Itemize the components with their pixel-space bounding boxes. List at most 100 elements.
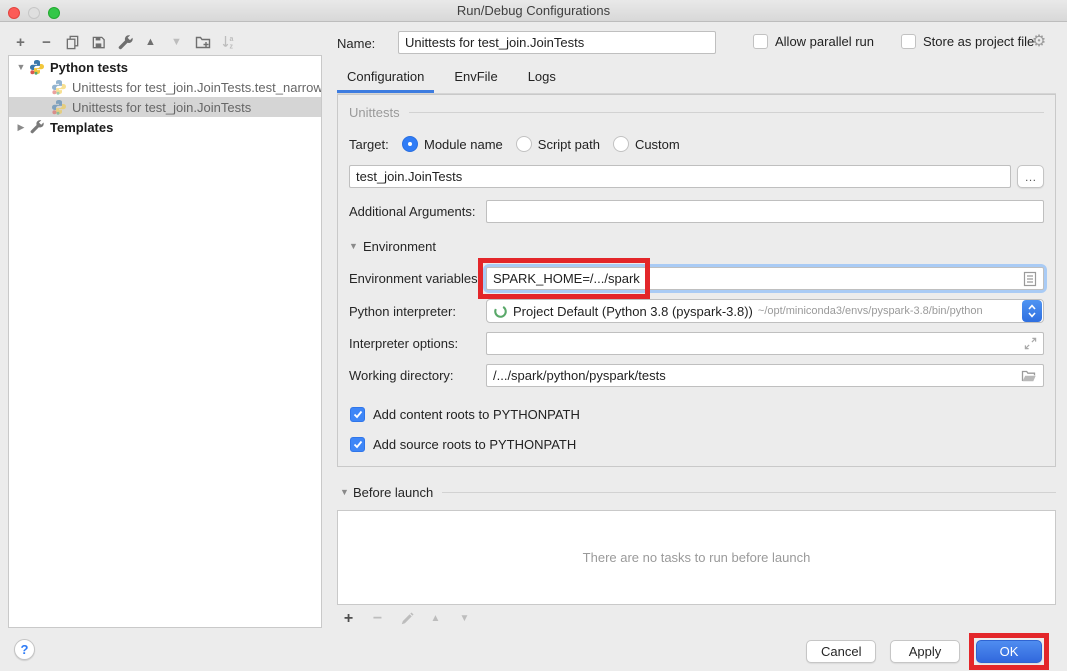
additional-arguments-field[interactable] [486, 200, 1044, 223]
expand-field-icon[interactable] [1024, 337, 1037, 350]
radio-unselected-icon[interactable] [516, 136, 532, 152]
interpreter-options-row: Interpreter options: [349, 332, 1044, 355]
working-directory-field[interactable]: /.../spark/python/pyspark/tests [486, 364, 1044, 387]
add-task-button[interactable]: + [340, 610, 357, 627]
ok-button[interactable]: OK [976, 640, 1042, 663]
remove-task-button[interactable]: − [369, 610, 386, 627]
configuration-panel: Unittests Target: Module name Script pat… [337, 94, 1056, 467]
templates-wrench-icon [29, 119, 45, 135]
move-task-down-button[interactable]: ▼ [456, 610, 473, 627]
conda-environment-icon [493, 304, 508, 319]
interpreter-options-field[interactable] [486, 332, 1044, 355]
edit-task-pencil-icon[interactable] [398, 610, 415, 627]
interpreter-options-label: Interpreter options: [349, 336, 486, 351]
cancel-button[interactable]: Cancel [806, 640, 876, 663]
tree-item-test-narrow[interactable]: Unittests for test_join.JoinTests.test_n… [9, 77, 321, 97]
close-window-button[interactable] [8, 7, 20, 19]
before-launch-toolbar: + − ▲ ▼ [340, 610, 473, 627]
python-tests-icon [29, 59, 45, 75]
chevron-down-icon[interactable]: ▼ [349, 241, 363, 251]
sort-configurations-icon[interactable]: az [220, 34, 237, 51]
unittests-group-title: Unittests [349, 105, 400, 120]
move-down-button[interactable]: ▼ [168, 34, 185, 51]
window-title: Run/Debug Configurations [457, 3, 610, 18]
chevron-right-icon[interactable]: ▶ [15, 122, 27, 133]
help-button[interactable]: ? [14, 639, 35, 660]
tree-group-label: Python tests [50, 60, 128, 75]
radio-selected-icon[interactable] [402, 136, 418, 152]
folder-icon[interactable] [1021, 369, 1037, 383]
python-interpreter-label: Python interpreter: [349, 304, 486, 319]
gear-icon[interactable]: ⚙ [1029, 31, 1049, 51]
checkbox-unchecked[interactable] [901, 34, 916, 49]
checkbox-checked[interactable] [350, 437, 365, 452]
name-label: Name: [337, 36, 375, 51]
remove-configuration-button[interactable]: − [38, 34, 55, 51]
tab-envfile[interactable]: EnvFile [444, 69, 507, 93]
source-roots-checkbox-row[interactable]: Add source roots to PYTHONPATH [350, 434, 1044, 454]
tree-group-python-tests[interactable]: ▼ Python tests [9, 57, 321, 77]
before-launch-task-list: There are no tasks to run before launch [337, 510, 1056, 605]
tree-item-label: Unittests for test_join.JoinTests.test_n… [72, 80, 321, 95]
name-input[interactable] [398, 31, 716, 54]
python-interpreter-path: ~/opt/miniconda3/envs/pyspark-3.8/bin/py… [758, 305, 1022, 317]
edit-templates-wrench-icon[interactable] [116, 34, 133, 51]
store-as-project-file-label: Store as project file [923, 34, 1034, 49]
move-task-up-button[interactable]: ▲ [427, 610, 444, 627]
divider [409, 112, 1044, 113]
radio-custom[interactable]: Custom [613, 136, 680, 152]
target-row: Target: Module name Script path Custom [349, 133, 1044, 155]
tab-configuration[interactable]: Configuration [337, 69, 434, 93]
chevron-down-icon[interactable]: ▼ [15, 62, 27, 72]
copy-configuration-icon[interactable] [64, 34, 81, 51]
python-interpreter-combo[interactable]: Project Default (Python 3.8 (pyspark-3.8… [486, 299, 1044, 323]
working-directory-value: /.../spark/python/pyspark/tests [493, 368, 1017, 383]
tree-item-jointests-selected[interactable]: Unittests for test_join.JoinTests [9, 97, 321, 117]
browse-module-button[interactable]: … [1017, 165, 1044, 188]
minimize-window-button [28, 7, 40, 19]
source-roots-label: Add source roots to PYTHONPATH [373, 437, 576, 452]
store-as-project-file-checkbox[interactable]: Store as project file [901, 34, 1034, 49]
tree-item-label: Unittests for test_join.JoinTests [72, 100, 251, 115]
module-name-row: test_join.JoinTests … [349, 165, 1044, 188]
additional-arguments-label: Additional Arguments: [349, 204, 486, 219]
radio-unselected-icon[interactable] [613, 136, 629, 152]
allow-parallel-run-checkbox[interactable]: Allow parallel run [753, 34, 874, 49]
apply-button[interactable]: Apply [890, 640, 960, 663]
chevron-down-icon[interactable]: ▼ [337, 487, 353, 497]
before-launch-header[interactable]: ▼ Before launch [337, 483, 1056, 501]
python-test-config-icon [51, 99, 67, 115]
additional-arguments-row: Additional Arguments: [349, 200, 1044, 223]
move-up-button[interactable]: ▲ [142, 34, 159, 51]
svg-text:a: a [229, 36, 233, 43]
environment-variables-field[interactable]: SPARK_HOME=/.../spark [486, 267, 1044, 290]
create-folder-icon[interactable] [194, 34, 211, 51]
content-roots-checkbox-row[interactable]: Add content roots to PYTHONPATH [350, 404, 1044, 424]
environment-variables-field-wrap: SPARK_HOME=/.../spark [486, 267, 1044, 290]
content-roots-label: Add content roots to PYTHONPATH [373, 407, 580, 422]
checkbox-unchecked[interactable] [753, 34, 768, 49]
tab-logs[interactable]: Logs [518, 69, 566, 93]
configurations-tree: ▼ Python tests Unittests for test_join.J… [8, 55, 322, 628]
radio-script-path-label: Script path [538, 137, 600, 152]
environment-section-header[interactable]: ▼ Environment [349, 237, 1044, 255]
tree-group-templates[interactable]: ▶ Templates [9, 117, 321, 137]
radio-module-name[interactable]: Module name [402, 136, 503, 152]
module-name-field[interactable]: test_join.JoinTests [349, 165, 1011, 188]
checkbox-checked[interactable] [350, 407, 365, 422]
allow-parallel-run-label: Allow parallel run [775, 34, 874, 49]
target-label: Target: [349, 137, 402, 152]
divider [442, 492, 1056, 493]
before-launch-empty-text: There are no tasks to run before launch [583, 550, 811, 565]
add-configuration-button[interactable]: + [12, 34, 29, 51]
zoom-window-button[interactable] [48, 7, 60, 19]
combo-stepper-icon[interactable] [1022, 300, 1042, 322]
title-bar: Run/Debug Configurations [0, 0, 1067, 22]
configurations-toolbar: + − ▲ ▼ az [12, 31, 237, 53]
environment-variables-row: Environment variables: SPARK_HOME=/.../s… [349, 267, 1044, 290]
working-directory-row: Working directory: /.../spark/python/pys… [349, 364, 1044, 387]
tab-bar: Configuration EnvFile Logs [337, 64, 1056, 94]
save-configuration-icon[interactable] [90, 34, 107, 51]
edit-variables-list-icon[interactable] [1023, 271, 1037, 287]
radio-script-path[interactable]: Script path [516, 136, 600, 152]
